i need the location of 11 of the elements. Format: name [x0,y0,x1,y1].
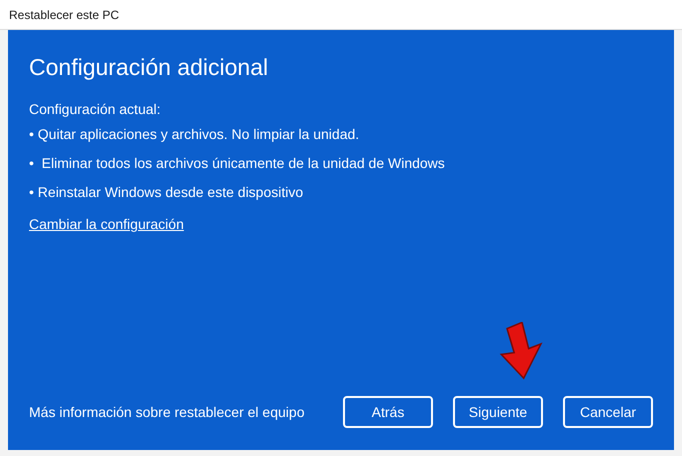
dialog-button[interactable]: Cancelar [563,396,653,428]
section-label: Configuración actual: [29,101,162,117]
more-info-text[interactable]: Más información sobre restablecer el equipo [29,404,343,420]
setting-item: • Eliminar todos los archivos únicamente de la unidad de Windows [29,155,446,171]
dialog-button[interactable]: Siguiente [453,396,543,428]
setting-item: • Quitar aplicaciones y archivos. No limpiar la unidad. [29,126,360,142]
setting-item: • Reinstalar Windows desde este dispositivo [29,184,304,200]
dialog-heading: Configuración adicional [29,54,270,81]
dialog-button[interactable]: Atrás [343,396,433,428]
change-settings-link[interactable]: Cambiar la configuración [29,216,184,232]
window-title: Restablecer este PC [9,8,120,22]
